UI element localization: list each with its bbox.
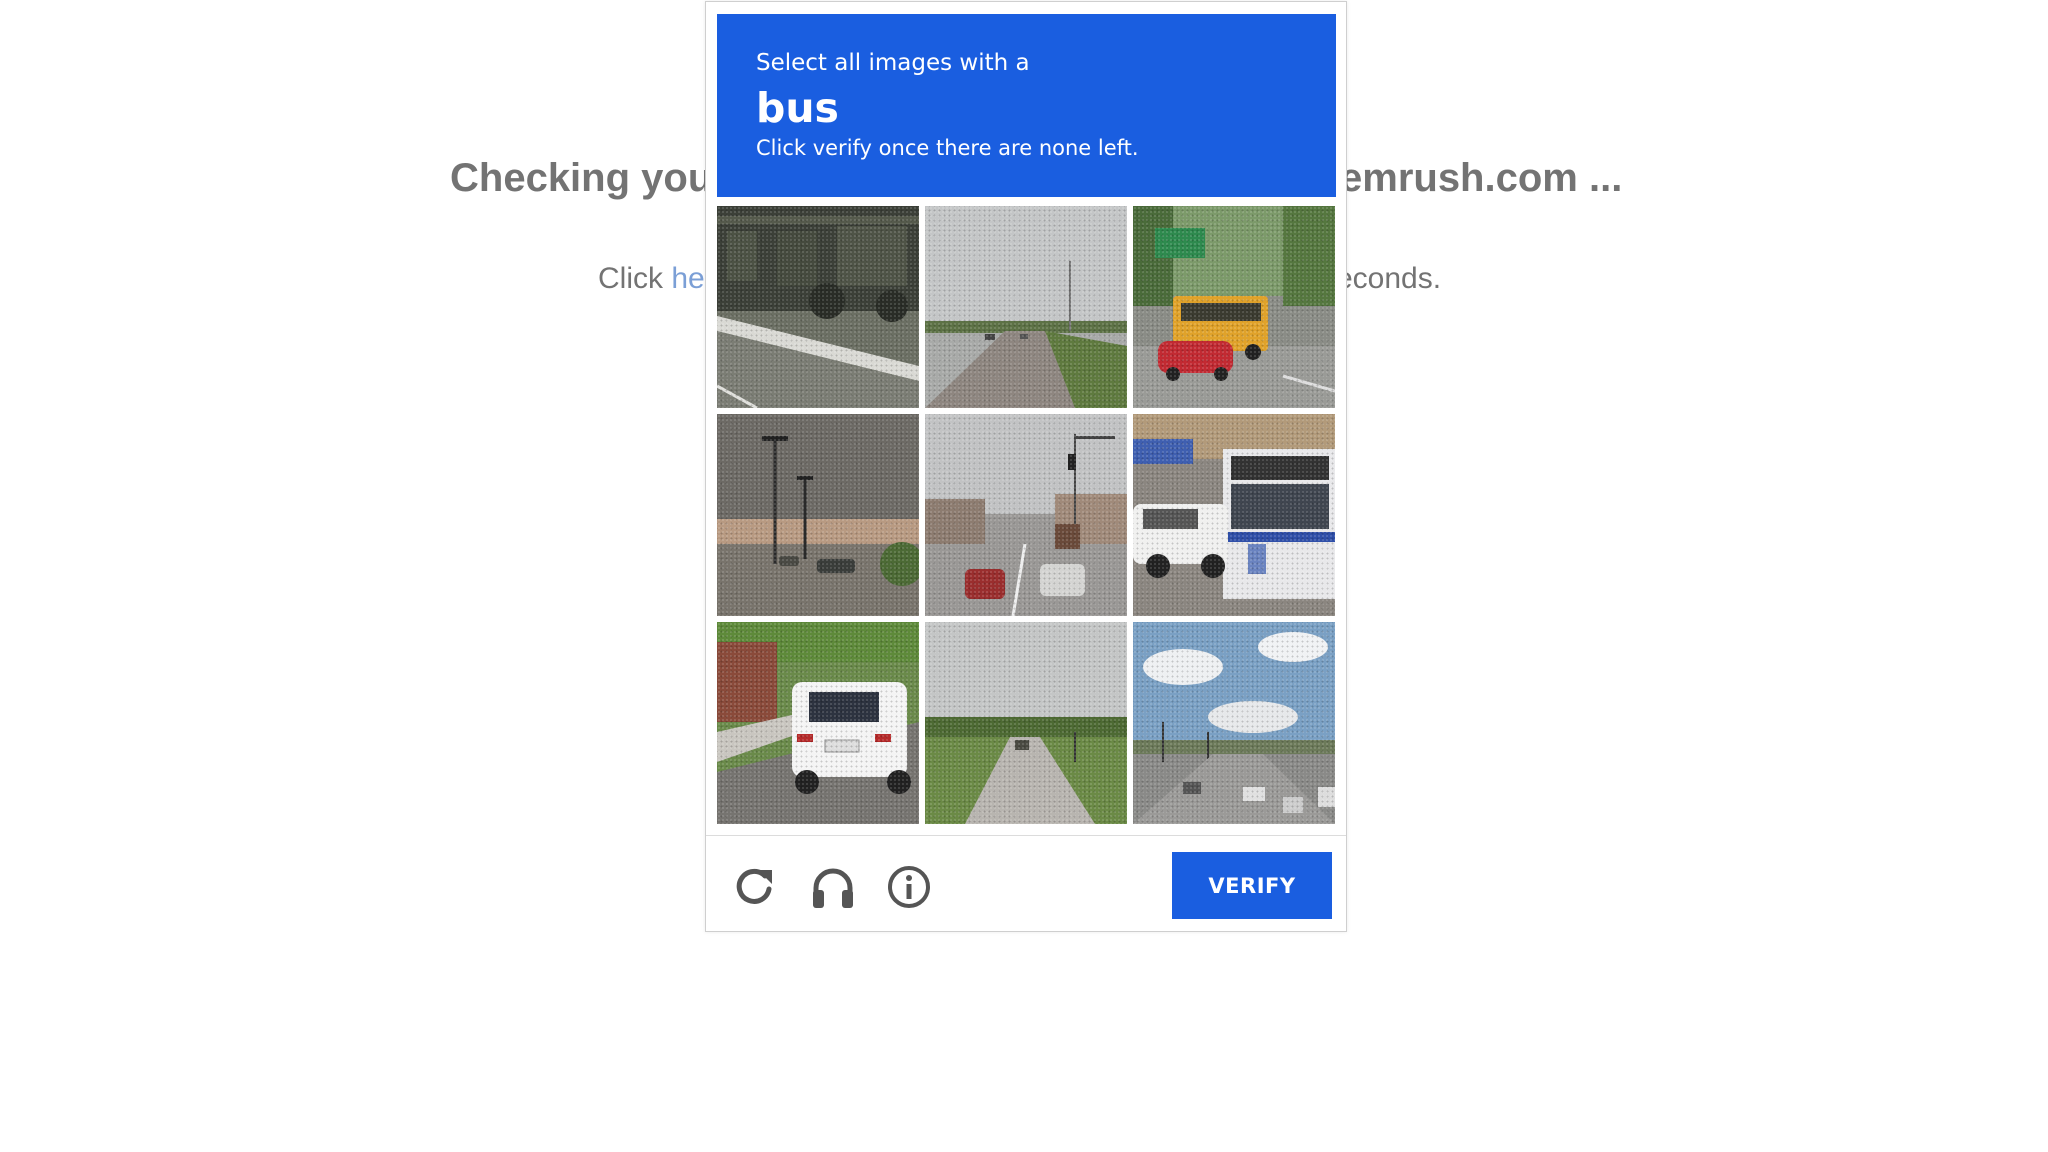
captcha-tile-6[interactable] <box>1133 414 1335 616</box>
page-subtext-link[interactable]: he <box>671 262 704 295</box>
page-heading-right: emrush.com ... <box>1340 156 1623 200</box>
captcha-target: bus <box>756 84 839 132</box>
captcha-tile-7[interactable] <box>717 622 919 824</box>
captcha-instruction: Select all images with a <box>756 50 1030 76</box>
tile-noise <box>717 622 919 824</box>
captcha-header: Select all images with a bus Click verif… <box>717 14 1336 197</box>
tile-noise <box>925 206 1127 408</box>
tile-noise <box>1133 414 1335 616</box>
tile-noise <box>717 414 919 616</box>
tile-noise <box>925 414 1127 616</box>
captcha-tile-8[interactable] <box>925 622 1127 824</box>
audio-headphones-icon[interactable] <box>810 864 856 910</box>
reload-icon[interactable] <box>732 864 778 910</box>
page-subtext-click: Click <box>598 262 672 295</box>
captcha-tile-1[interactable] <box>717 206 919 408</box>
tile-noise <box>1133 206 1335 408</box>
captcha-challenge: Select all images with a bus Click verif… <box>705 1 1347 932</box>
captcha-tile-2[interactable] <box>925 206 1127 408</box>
captcha-tile-3[interactable] <box>1133 206 1335 408</box>
tile-noise <box>1133 622 1335 824</box>
verify-button[interactable]: VERIFY <box>1172 852 1332 919</box>
page-heading-left: Checking you <box>450 156 713 200</box>
captcha-hint: Click verify once there are none left. <box>756 136 1139 160</box>
tile-noise <box>925 622 1127 824</box>
tile-noise <box>717 206 919 408</box>
captcha-tile-4[interactable] <box>717 414 919 616</box>
captcha-tile-5[interactable] <box>925 414 1127 616</box>
captcha-image-grid <box>717 206 1336 825</box>
captcha-footer-divider <box>706 835 1346 836</box>
page-subtext-right: econds. <box>1336 262 1442 295</box>
page: Checking you emrush.com ... Click he eco… <box>0 0 2048 1152</box>
info-icon[interactable] <box>886 864 932 910</box>
captcha-tile-9[interactable] <box>1133 622 1335 824</box>
